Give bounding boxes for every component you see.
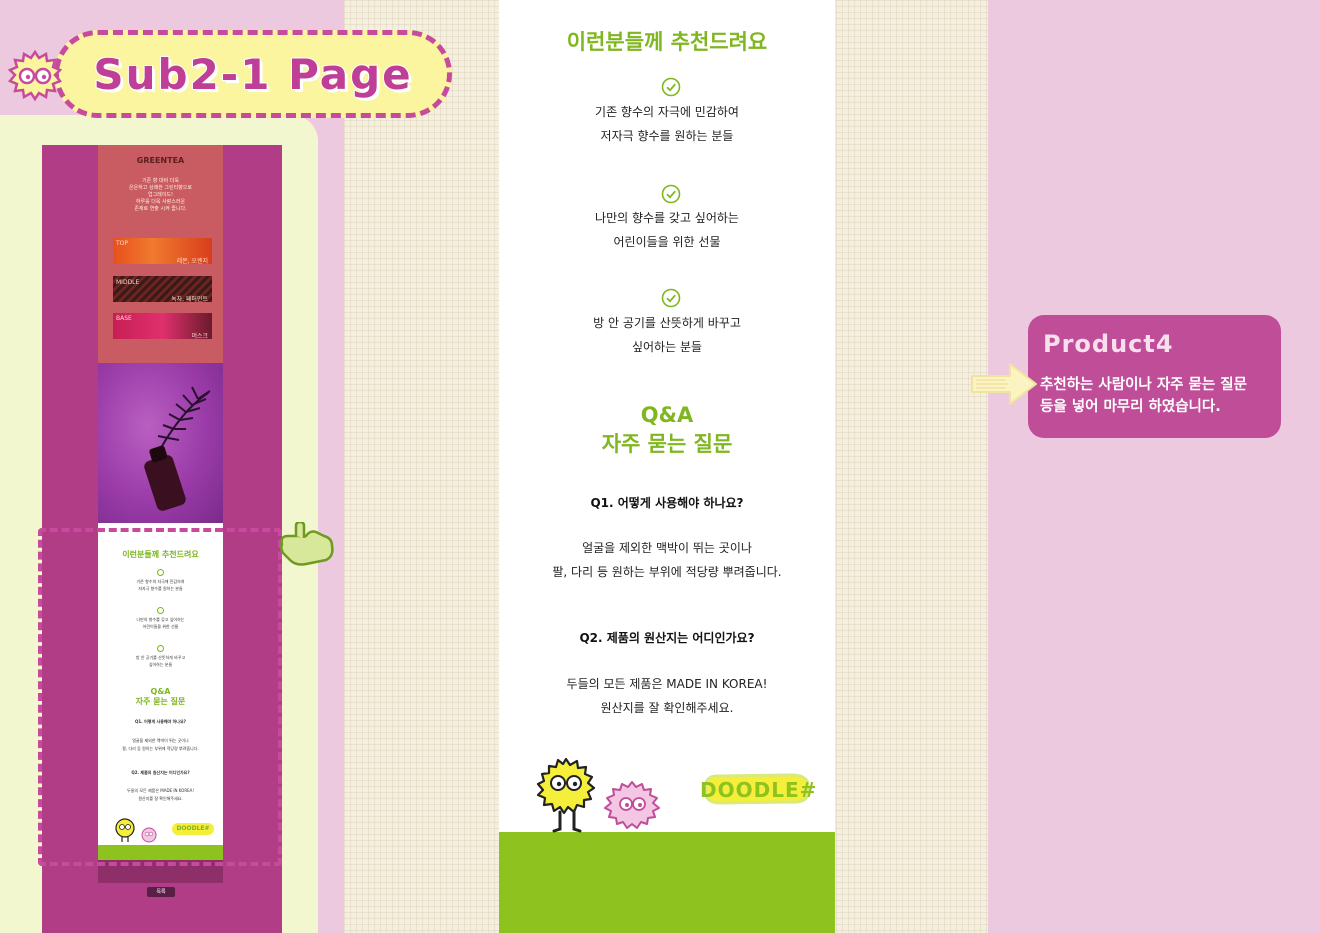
arrow-right-icon (971, 363, 1037, 405)
thumbnail-description-line: 업그레이드! (147, 192, 173, 198)
check-circle-icon (661, 77, 681, 97)
thumbnail-product-photo (98, 363, 223, 523)
title-badge: Sub2-1 Page (54, 30, 452, 118)
faq-answer: 얼굴을 제외한 맥박이 뛰는 곳이나 (582, 541, 752, 555)
recommend-item-line: 저자극 향수를 원하는 분들 (600, 129, 734, 143)
faq-question: Q2. 제품의 원산지는 어디인가요? (579, 631, 755, 645)
check-circle-icon (661, 288, 681, 308)
thumbnail-description-line: 기존 향 대비 더욱 (142, 178, 179, 184)
callout-description: 추천하는 사람이나 자주 묻는 질문 등을 넣어 마무리 하였습니다. (1040, 374, 1280, 418)
check-circle-icon (661, 184, 681, 204)
callout-line: 추천하는 사람이나 자주 묻는 질문 (1040, 377, 1247, 393)
qa-title: Q&A (640, 403, 694, 427)
highlight-frame (38, 528, 282, 866)
recommend-item-line: 방 안 공기를 산뜻하게 바꾸고 (593, 316, 741, 330)
doodle-logo: DOODLE# (700, 771, 818, 807)
fuzzy-mascot-icon (7, 49, 63, 102)
note-top-label: TOP (116, 240, 129, 247)
note-base-label: BASE (116, 315, 132, 322)
recommend-item-line: 기존 향수의 자극에 민감하여 (595, 105, 739, 119)
note-base-value: 머스크 (191, 333, 208, 340)
recommend-item-line: 어린이들을 위한 선물 (613, 235, 721, 249)
thumbnail-list-button[interactable]: 목록 (147, 887, 175, 897)
recommend-item-line: 나만의 향수를 갖고 싶어하는 (595, 211, 739, 225)
footer-lime-strip (499, 832, 835, 933)
qa-subtitle: 자주 묻는 질문 (601, 432, 733, 456)
thumbnail-description-line: 은은하고 상쾌한 그린티향으로 (129, 185, 192, 191)
callout-line: 등을 넣어 마무리 하였습니다. (1040, 399, 1221, 415)
pink-fuzzy-mascot-icon (604, 781, 660, 829)
note-middle-value: 녹차, 페퍼민트 (171, 296, 208, 303)
note-middle-label: MIDDLE (116, 279, 140, 286)
thumbnail-description-line: 존재로 연출 시켜 줍니다. (134, 206, 187, 212)
recommend-item-line: 싶어하는 분들 (631, 340, 703, 354)
callout-title: Product4 (1043, 330, 1174, 358)
pointing-hand-icon (280, 522, 334, 566)
faq-question: Q1. 어떻게 사용해야 하나요? (590, 496, 744, 510)
faq-answer: 팔, 다리 등 원하는 부위에 적당량 뿌려줍니다. (552, 565, 782, 579)
right-background (988, 0, 1320, 933)
faq-answer: 두들의 모든 제품은 MADE IN KOREA! (566, 677, 768, 691)
fern-bottle-image (144, 386, 211, 511)
yellow-fuzzy-mascot-icon (536, 757, 596, 833)
page-title: Sub2-1 Page (92, 49, 413, 100)
faq-answer: 원산지를 잘 확인해주세요. (600, 701, 734, 715)
doodle-logo-text: DOODLE# (700, 778, 818, 802)
thumbnail-description-line: 하루를 더욱 사랑스러운 (135, 199, 186, 205)
thumbnail-product-name: GREENTEA (136, 156, 185, 165)
note-top-value: 레몬, 오렌지 (176, 258, 208, 265)
recommend-title: 이런분들께 추천드려요 (566, 30, 768, 54)
